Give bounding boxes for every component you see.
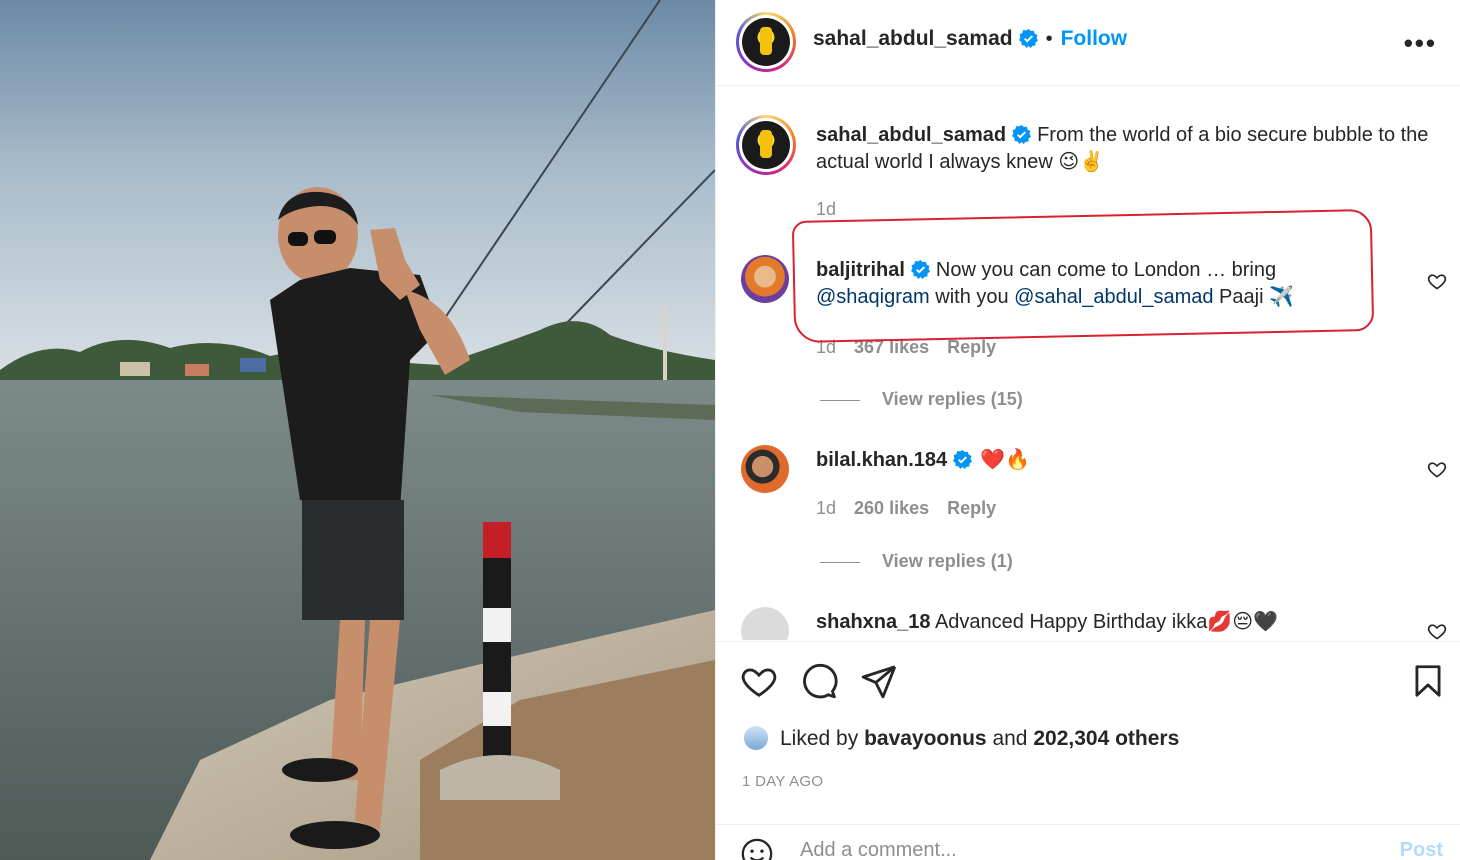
liked-by-prefix: Liked by bbox=[780, 727, 859, 750]
post-header: sahal_abdul_samad • Follow ••• bbox=[716, 0, 1460, 86]
comment-icon[interactable] bbox=[800, 662, 838, 700]
comment-likes[interactable]: 260 likes bbox=[854, 498, 929, 518]
view-replies-button[interactable]: View replies (15) bbox=[820, 389, 1023, 410]
comment-text: Now you can come to London … bring bbox=[935, 259, 1277, 281]
comment-input[interactable] bbox=[800, 839, 1360, 860]
photo-illustration bbox=[0, 0, 715, 860]
bookmark-icon[interactable] bbox=[1409, 662, 1447, 700]
comment-text-block: shahxna_18 Advanced Happy Birthday ikka💋… bbox=[816, 609, 1456, 636]
view-replies-button[interactable]: View replies (1) bbox=[820, 551, 1013, 572]
comment-time: 1d bbox=[816, 337, 837, 357]
comment-username[interactable]: baljitrihal bbox=[816, 259, 905, 281]
post-sidebar: sahal_abdul_samad • Follow ••• sahal_abdul… bbox=[715, 0, 1460, 860]
reply-button[interactable]: Reply bbox=[947, 498, 996, 518]
comments-list: sahal_abdul_samad From the world of a bio… bbox=[716, 87, 1460, 640]
comment-text-block: baljitrihal Now you can come to London … … bbox=[816, 257, 1336, 311]
mention-link[interactable]: @sahal_abdul_samad bbox=[1014, 286, 1213, 308]
comment-text: with you bbox=[929, 286, 1015, 308]
author-avatar[interactable] bbox=[736, 12, 796, 72]
comment-like-icon[interactable] bbox=[1427, 271, 1447, 291]
comment-likes[interactable]: 367 likes bbox=[854, 337, 929, 357]
heart-icon[interactable] bbox=[740, 662, 778, 700]
comment-meta: 1d 260 likes Reply bbox=[816, 498, 1014, 519]
post-photo[interactable] bbox=[0, 0, 715, 860]
verified-badge-icon bbox=[910, 260, 930, 279]
caption-text-block: sahal_abdul_samad From the world of a bio… bbox=[816, 122, 1456, 176]
comment-meta: 1d 367 likes Reply bbox=[816, 337, 1014, 358]
commenter-avatar[interactable] bbox=[741, 607, 789, 640]
emoji-icon[interactable] bbox=[740, 837, 774, 860]
liked-by-and: and bbox=[992, 727, 1028, 750]
liked-by-line: Liked by bavayoonus and 202,304 others bbox=[742, 724, 1179, 752]
separator-dot: • bbox=[1045, 28, 1053, 50]
comment-like-icon[interactable] bbox=[1427, 621, 1447, 640]
comment-text: ❤️🔥 bbox=[980, 449, 1030, 471]
liked-by-user[interactable]: bavayoonus bbox=[864, 727, 987, 750]
add-comment-bar: Post bbox=[716, 824, 1460, 860]
commenter-avatar[interactable] bbox=[741, 255, 789, 303]
caption-meta: 1d bbox=[816, 199, 854, 220]
verified-badge-icon bbox=[1012, 125, 1032, 144]
post-comment-button[interactable]: Post bbox=[1400, 839, 1443, 860]
comment-time: 1d bbox=[816, 498, 837, 518]
author-username[interactable]: sahal_abdul_samad bbox=[813, 27, 1013, 50]
more-options-icon[interactable]: ••• bbox=[1404, 28, 1437, 59]
reply-button[interactable]: Reply bbox=[947, 337, 996, 357]
comment-username[interactable]: bilal.khan.184 bbox=[816, 449, 947, 471]
caption-time: 1d bbox=[816, 199, 837, 219]
comment-text: Paaji ✈️ bbox=[1213, 286, 1294, 308]
author-row: sahal_abdul_samad • Follow bbox=[813, 27, 1127, 51]
post-timestamp[interactable]: 1 DAY AGO bbox=[742, 773, 823, 790]
caption-username[interactable]: sahal_abdul_samad bbox=[816, 124, 1006, 146]
liked-by-others[interactable]: 202,304 others bbox=[1033, 727, 1179, 750]
comment-text: Advanced Happy Birthday ikka💋😔🖤 bbox=[934, 611, 1278, 633]
comment-username[interactable]: shahxna_18 bbox=[816, 611, 931, 633]
action-bar: Liked by bavayoonus and 202,304 others 1… bbox=[716, 641, 1460, 860]
share-icon[interactable] bbox=[860, 662, 898, 700]
verified-badge-icon bbox=[1018, 29, 1038, 48]
caption-author-avatar[interactable] bbox=[736, 115, 796, 175]
verified-badge-icon bbox=[953, 450, 973, 469]
liked-by-avatar[interactable] bbox=[742, 724, 770, 752]
comment-like-icon[interactable] bbox=[1427, 459, 1447, 479]
follow-button[interactable]: Follow bbox=[1061, 27, 1128, 50]
comment-text-block: bilal.khan.184 ❤️🔥 bbox=[816, 447, 1456, 474]
mention-link[interactable]: @shaqigram bbox=[816, 286, 930, 308]
commenter-avatar[interactable] bbox=[741, 445, 789, 493]
